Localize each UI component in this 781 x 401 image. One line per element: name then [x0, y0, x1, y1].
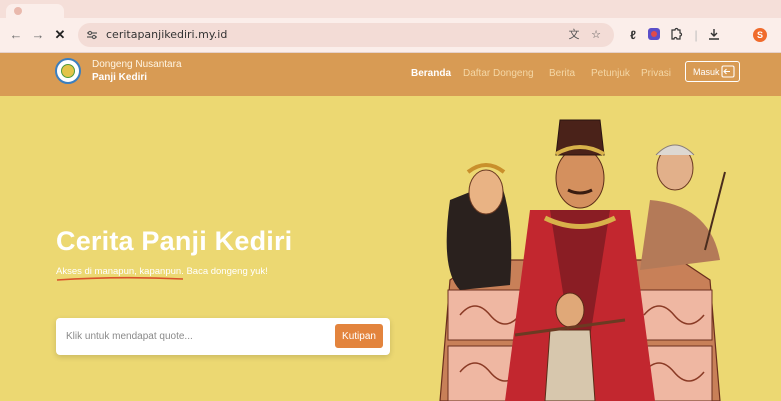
site-logo[interactable]	[55, 58, 81, 84]
nav-privasi[interactable]: Privasi	[641, 68, 671, 79]
bookmark-star-icon[interactable]: ☆	[588, 27, 604, 43]
old-woman-character	[640, 144, 726, 270]
toolbar-divider: |	[694, 28, 698, 42]
close-icon[interactable]: ✕	[52, 27, 68, 43]
address-bar[interactable]: ceritapanjikediri.my.id 文 ☆	[78, 23, 614, 47]
login-label: Masuk	[693, 67, 720, 77]
url-text[interactable]: ceritapanjikediri.my.id	[106, 28, 227, 41]
hero-illustration	[439, 119, 726, 401]
subtitle-underline	[56, 276, 184, 281]
forward-icon[interactable]: →	[30, 27, 46, 43]
brand-bottom-text[interactable]: Panji Kediri	[92, 72, 147, 83]
puzzle-icon[interactable]	[668, 27, 684, 43]
tab-favicon-icon	[14, 7, 22, 15]
browser-tab-strip	[0, 0, 781, 18]
back-icon[interactable]: ←	[8, 27, 24, 43]
translate-icon[interactable]: 文	[566, 27, 582, 43]
download-icon[interactable]	[706, 27, 722, 43]
nav-petunjuk[interactable]: Petunjuk	[591, 68, 630, 79]
site-info-icon[interactable]	[86, 29, 98, 41]
hero-title: Cerita Panji Kediri	[56, 226, 293, 256]
screen-record-icon[interactable]	[646, 27, 662, 43]
site-header: Dongeng Nusantara Panji Kediri Beranda D…	[0, 53, 781, 96]
login-icon	[721, 65, 735, 78]
brand-top-text[interactable]: Dongeng Nusantara	[92, 59, 182, 70]
nav-daftar-dongeng[interactable]: Daftar Dongeng	[463, 68, 534, 79]
quote-box: Kutipan	[56, 318, 390, 355]
nav-berita[interactable]: Berita	[549, 68, 575, 79]
login-button[interactable]: Masuk	[685, 61, 740, 82]
extension-icon[interactable]: ℓ	[625, 27, 641, 43]
quote-input[interactable]	[66, 328, 326, 344]
woman-character	[446, 163, 512, 290]
profile-avatar[interactable]: S	[753, 28, 767, 42]
quote-button[interactable]: Kutipan	[335, 324, 383, 348]
nav-beranda[interactable]: Beranda	[411, 68, 451, 79]
browser-toolbar: ← → ✕ ceritapanjikediri.my.id 文 ☆ ℓ | S	[0, 18, 781, 53]
logo-emblem-icon	[61, 64, 75, 78]
